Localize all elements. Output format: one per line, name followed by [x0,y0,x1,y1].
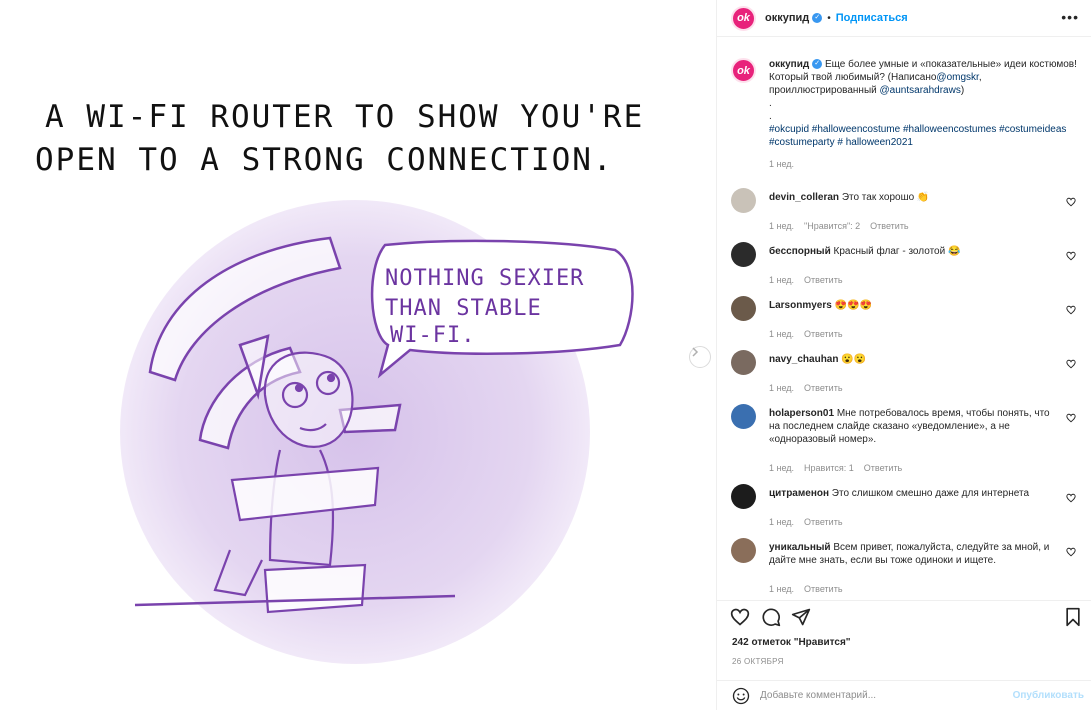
caption-dot: . [769,98,772,109]
comment-username[interactable]: devin_colleran [769,192,839,203]
reply-button[interactable]: Ответить [804,275,842,285]
share-icon[interactable] [791,607,811,627]
comment-username[interactable]: уникальный [769,542,831,553]
reply-button[interactable]: Ответить [804,329,842,339]
avatar[interactable] [731,296,756,321]
comment-meta: 1 нед. Ответить [769,584,853,594]
caption-dot: . [769,111,772,122]
comment-time[interactable]: 1 нед. [769,584,794,594]
mention-link[interactable]: @auntsarahdraws [880,85,961,96]
bookmark-icon[interactable] [1063,607,1083,627]
emoji-icon[interactable] [732,687,750,705]
avatar[interactable] [731,538,756,563]
comment-time[interactable]: 1 нед. [769,329,794,339]
bubble-line-1: NOTHING SEXIER [385,266,584,291]
avatar[interactable]: ok [731,5,756,31]
comment-body: бесспорный Красный флаг - золотой 😂 [769,245,1054,258]
post-sidebar: ok оккупид ✓ • Подписаться ••• ok оккупи… [716,0,1091,710]
caption-text: оккупид ✓ Еще более умные и «показательны… [769,58,1079,171]
caption-time[interactable]: 1 нед. [769,158,1079,171]
comment-text: Это слишком смешно даже для интернета [831,488,1030,499]
comment-time[interactable]: 1 нед. [769,517,794,527]
headline-line-2: OPEN TO A STRONG CONNECTION. [35,142,614,178]
post-date[interactable]: 26 ОКТЯБРЯ [732,657,784,666]
like-heart-icon[interactable] [1066,493,1076,503]
bubble-line-3: WI-FI. [390,323,475,348]
comment-text: 😮😮 [841,354,867,365]
comment-time[interactable]: 1 нед. [769,275,794,285]
reply-button[interactable]: Ответить [804,517,842,527]
comment-body: цитраменон Это слишком смешно даже для и… [769,487,1054,500]
comment-meta: 1 нед. Ответить [769,329,853,339]
comment-text: Красный флаг - золотой 😂 [833,246,961,257]
verified-icon: ✓ [812,59,823,70]
comment-text: Это так хорошо 👏 [841,192,930,203]
follow-button[interactable]: Подписаться [836,12,908,24]
chevron-right-icon[interactable] [689,346,711,368]
avatar[interactable] [731,404,756,429]
comment-input[interactable] [760,690,1010,701]
comment-meta: 1 нед. Нравится: 1 Ответить [769,463,912,473]
like-heart-icon[interactable] [1066,413,1076,423]
comment-likes[interactable]: "Нравится": 2 [804,221,860,231]
comment-body: navy_chauhan 😮😮 [769,353,1054,366]
comment-username[interactable]: holaperson01 [769,408,834,419]
comments-list[interactable]: ok оккупид ✓ Еще более умные и «показател… [717,38,1091,600]
separator-dot: • [827,12,831,24]
reply-button[interactable]: Ответить [804,383,842,393]
headline-line-1: A WI-FI ROUTER TO SHOW YOU'RE [45,99,644,135]
comment-meta: 1 нед. Ответить [769,383,853,393]
comment-time[interactable]: 1 нед. [769,221,794,231]
comment-icon[interactable] [761,607,781,627]
likes-count[interactable]: 242 отметок "Нравится" [732,637,851,648]
more-icon[interactable]: ••• [1061,9,1079,25]
comment-text: 😍😍😍 [834,300,872,311]
hashtags[interactable]: #okcupid #halloweencostume #halloweencos… [769,124,1066,148]
publish-button[interactable]: Опубликовать [1013,690,1084,701]
comment-body: Larsonmyers 😍😍😍 [769,299,1054,312]
comment-username[interactable]: navy_chauhan [769,354,838,365]
caption-body-c: ) [960,85,965,96]
like-heart-icon[interactable] [1066,305,1076,315]
reply-button[interactable]: Ответить [864,463,902,473]
avatar[interactable] [731,242,756,267]
action-bar: 242 отметок "Нравится" 26 ОКТЯБРЯ [717,600,1091,680]
verified-icon: ✓ [812,13,823,23]
post-header: ok оккупид ✓ • Подписаться ••• [717,0,1091,37]
comment-body: devin_colleran Это так хорошо 👏 [769,191,1054,204]
comment-meta: 1 нед. "Нравится": 2 Ответить [769,221,919,231]
comment-body: holaperson01 Мне потребовалось время, чт… [769,407,1054,446]
comment-meta: 1 нед. Ответить [769,275,853,285]
caption-avatar[interactable]: ok [731,58,756,83]
comment-body: уникальный Всем привет, пожалуйста, след… [769,541,1054,567]
like-heart-icon[interactable] [1066,547,1076,557]
reply-button[interactable]: Ответить [804,584,842,594]
caption-username[interactable]: оккупид [769,59,809,70]
comment-time[interactable]: 1 нед. [769,463,794,473]
add-comment-bar: Опубликовать [717,680,1091,710]
illustration: A WI-FI ROUTER TO SHOW YOU'RE OPEN TO A … [35,99,644,664]
comment-likes[interactable]: Нравится: 1 [804,463,854,473]
post-image[interactable]: A WI-FI ROUTER TO SHOW YOU'RE OPEN TO A … [0,0,715,710]
avatar[interactable] [731,350,756,375]
mention-link[interactable]: @omgskr [936,72,978,83]
heart-icon[interactable] [730,607,750,627]
like-heart-icon[interactable] [1066,251,1076,261]
comment-meta: 1 нед. Ответить [769,517,853,527]
header-username[interactable]: оккупид [765,12,809,24]
avatar[interactable] [731,484,756,509]
comment-username[interactable]: Larsonmyers [769,300,832,311]
reply-button[interactable]: Ответить [870,221,908,231]
bubble-line-2: THAN STABLE [385,296,542,321]
like-heart-icon[interactable] [1066,197,1076,207]
comment-username[interactable]: бесспорный [769,246,831,257]
like-heart-icon[interactable] [1066,359,1076,369]
comment-username[interactable]: цитраменон [769,488,829,499]
comment-time[interactable]: 1 нед. [769,383,794,393]
avatar[interactable] [731,188,756,213]
